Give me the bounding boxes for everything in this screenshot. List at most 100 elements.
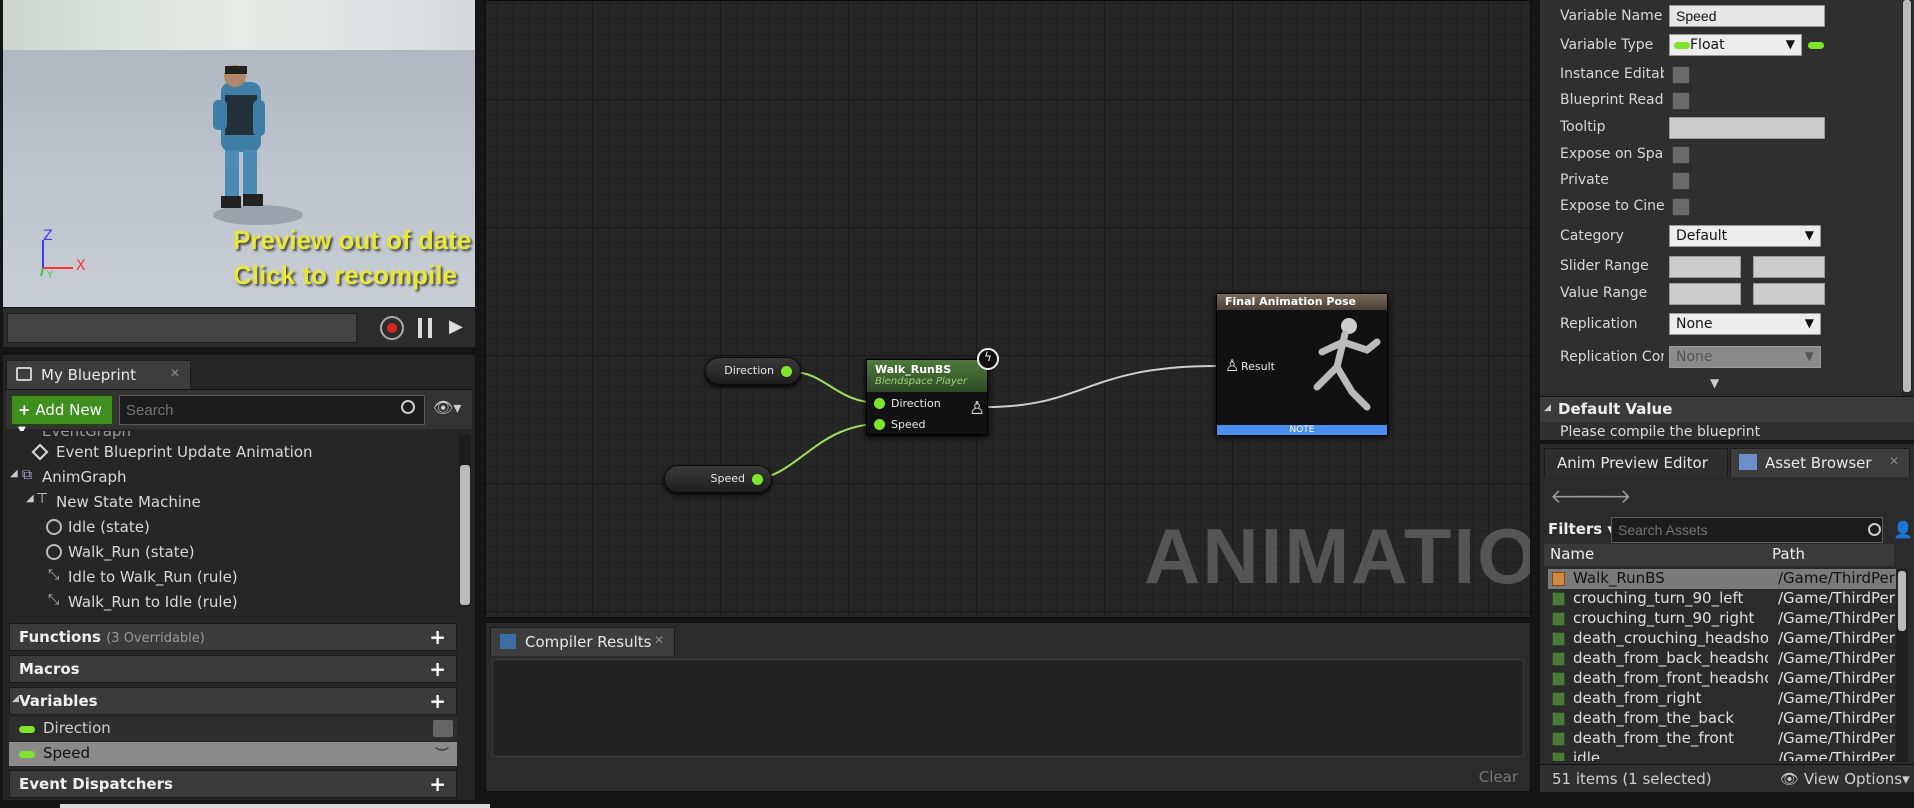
tab-anim-preview-editor[interactable]: Anim Preview Editor xyxy=(1544,448,1728,477)
functions-section[interactable]: Functions (3 Overridable) + xyxy=(9,623,457,651)
private-checkbox[interactable] xyxy=(1672,172,1690,190)
click-to-recompile-message[interactable]: Click to recompile xyxy=(233,260,457,291)
tree-item-eventgraph[interactable]: EventGraph xyxy=(42,431,131,440)
tree-scrollbar[interactable] xyxy=(459,435,471,607)
category-dropdown[interactable]: Default ▼ xyxy=(1669,225,1821,247)
tree-item-animgraph[interactable]: AnimGraph xyxy=(42,468,127,486)
tab-my-blueprint[interactable]: My Blueprint ✕ xyxy=(6,360,191,389)
asset-search-input[interactable] xyxy=(1611,517,1883,543)
visibility-eye-icon[interactable]: ︶ xyxy=(435,744,449,764)
value-range-max-field[interactable] xyxy=(1753,283,1825,305)
add-function-icon[interactable]: + xyxy=(429,625,446,649)
variables-section[interactable]: ◢ Variables + xyxy=(9,687,457,715)
expose-spawn-checkbox[interactable] xyxy=(1672,146,1690,164)
tree-item-idle-to-walk-run-rule[interactable]: Idle to Walk_Run (rule) xyxy=(68,568,238,586)
tree-item-new-state-machine[interactable]: New State Machine xyxy=(56,493,201,511)
col-name-header[interactable]: Name xyxy=(1550,545,1594,563)
asset-row[interactable]: death_from_the_back /Game/ThirdPer xyxy=(1548,709,1898,729)
lock-user-icon[interactable]: 👤 xyxy=(1893,520,1913,539)
pose-output-pin-icon[interactable]: ♙ xyxy=(969,398,985,419)
scrollbar-thumb[interactable] xyxy=(1898,571,1906,631)
variable-name-field[interactable] xyxy=(1669,5,1825,27)
expand-arrow-icon[interactable]: ◢ xyxy=(12,694,19,704)
animation-preview-viewport[interactable]: Z X Y Preview out of date Click to recom… xyxy=(3,0,475,307)
pose-input-pin-icon[interactable]: ♙ xyxy=(1225,356,1239,375)
transition-rule-icon: ⤡ xyxy=(48,592,60,608)
expand-arrow-icon[interactable]: ◢ xyxy=(10,468,18,479)
blendspace-player-node[interactable]: Walk_RunBS Blendspace Player Direction S… xyxy=(866,359,988,435)
add-event-dispatcher-icon[interactable]: + xyxy=(429,772,446,796)
close-icon[interactable]: ✕ xyxy=(170,366,180,380)
final-animation-pose-node[interactable]: Final Animation Pose ♙ Result NOTE xyxy=(1216,293,1388,435)
clear-button[interactable]: Clear xyxy=(1479,768,1518,786)
instance-editable-checkbox[interactable] xyxy=(1672,66,1690,84)
add-variable-icon[interactable]: + xyxy=(429,689,446,713)
tab-asset-browser[interactable]: Asset Browser ✕ xyxy=(1730,448,1910,477)
variable-row-speed[interactable]: Speed ︶ xyxy=(9,742,457,766)
expand-advanced-icon[interactable]: ▼ xyxy=(1710,376,1719,390)
expose-cinematics-checkbox[interactable] xyxy=(1672,198,1690,216)
expand-arrow-icon[interactable]: ◢ xyxy=(26,493,34,504)
asset-path: /Game/ThirdPer xyxy=(1778,589,1895,607)
eye-view-options-icon[interactable]: 👁▾ xyxy=(433,398,461,417)
asset-list-scrollbar[interactable] xyxy=(1896,569,1908,762)
asset-row[interactable]: death_from_the_front /Game/ThirdPer xyxy=(1548,729,1898,749)
asset-row[interactable]: death_crouching_headshot_f /Game/ThirdPe… xyxy=(1548,629,1898,649)
filters-button[interactable]: Filters ▾ xyxy=(1548,520,1615,538)
tab-compiler-results[interactable]: Compiler Results ✕ xyxy=(490,627,675,656)
default-value-section[interactable]: ◢ Default Value xyxy=(1540,396,1914,422)
slider-range-max-field[interactable] xyxy=(1753,256,1825,278)
scrollbar-thumb[interactable] xyxy=(460,465,470,605)
details-panel: Variable Name Variable Type Float ▼ Inst… xyxy=(1539,0,1914,440)
add-new-button[interactable]: + Add New ▼ xyxy=(11,395,113,436)
view-options-button[interactable]: 👁 View Options▾ xyxy=(1780,770,1910,788)
event-icon xyxy=(31,443,49,461)
macros-section[interactable]: Macros + xyxy=(9,655,457,683)
asset-row[interactable]: crouching_turn_90_right /Game/ThirdPer xyxy=(1548,609,1898,629)
tree-item-event-update-animation[interactable]: Event Blueprint Update Animation xyxy=(56,443,313,461)
tooltip-field[interactable] xyxy=(1669,117,1825,139)
note-bar[interactable]: NOTE xyxy=(1217,425,1387,435)
scrollbar-thumb[interactable] xyxy=(1903,0,1911,392)
details-scrollbar[interactable] xyxy=(1902,0,1912,396)
speed-variable-node[interactable]: Speed xyxy=(664,465,772,493)
direction-variable-node[interactable]: Direction xyxy=(705,357,801,385)
add-macro-icon[interactable]: + xyxy=(429,657,446,681)
direction-input-pin[interactable] xyxy=(874,398,885,409)
replication-dropdown[interactable]: None ▼ xyxy=(1669,313,1821,335)
col-path-header[interactable]: Path xyxy=(1772,545,1805,563)
step-forward-icon[interactable]: ▶ xyxy=(449,316,463,337)
asset-row[interactable]: crouching_turn_90_left /Game/ThirdPer xyxy=(1548,589,1898,609)
speed-input-pin[interactable] xyxy=(874,419,885,430)
pause-icon[interactable] xyxy=(418,318,432,338)
asset-row[interactable]: death_from_right /Game/ThirdPer xyxy=(1548,689,1898,709)
close-icon[interactable]: ✕ xyxy=(654,633,664,647)
asset-row[interactable]: death_from_back_headshot /Game/ThirdPer xyxy=(1548,649,1898,669)
variable-type-dropdown[interactable]: Float ▼ xyxy=(1669,34,1802,56)
asset-path: /Game/ThirdPer xyxy=(1778,609,1895,627)
variable-row-direction[interactable]: Direction xyxy=(9,717,457,741)
slider-range-min-field[interactable] xyxy=(1669,256,1741,278)
record-button[interactable] xyxy=(380,316,404,340)
tree-item-idle-state[interactable]: Idle (state) xyxy=(68,518,150,536)
chevron-down-icon: ▼ xyxy=(1804,316,1814,330)
value-range-min-field[interactable] xyxy=(1669,283,1741,305)
output-pin[interactable] xyxy=(781,366,792,377)
asset-row[interactable]: death_from_front_headshot /Game/ThirdPer xyxy=(1548,669,1898,689)
anim-graph-canvas[interactable]: ANIMATION Direction Speed Walk_RunBS Ble… xyxy=(485,0,1531,618)
asset-row[interactable]: idle /Game/ThirdPer xyxy=(1548,749,1898,761)
blueprint-readonly-checkbox[interactable] xyxy=(1672,92,1690,110)
timeline-scrubber[interactable] xyxy=(7,313,357,343)
blueprint-search-input[interactable] xyxy=(119,395,425,425)
event-dispatchers-section[interactable]: Event Dispatchers + xyxy=(9,770,457,798)
tree-item-walk-run-state[interactable]: Walk_Run (state) xyxy=(68,543,195,561)
preview-out-of-date-message[interactable]: Preview out of date xyxy=(233,225,471,256)
visibility-eye-icon[interactable] xyxy=(433,720,453,737)
asset-name: death_from_right xyxy=(1573,689,1702,707)
output-pin[interactable] xyxy=(752,474,763,485)
asset-row[interactable]: Walk_RunBS /Game/ThirdPer xyxy=(1548,569,1898,589)
forward-arrow-icon[interactable]: 🡒 xyxy=(1578,484,1632,508)
close-icon[interactable]: ✕ xyxy=(1889,454,1899,468)
node-label: Direction xyxy=(724,364,774,377)
tree-item-walk-run-to-idle-rule[interactable]: Walk_Run to Idle (rule) xyxy=(68,593,238,611)
